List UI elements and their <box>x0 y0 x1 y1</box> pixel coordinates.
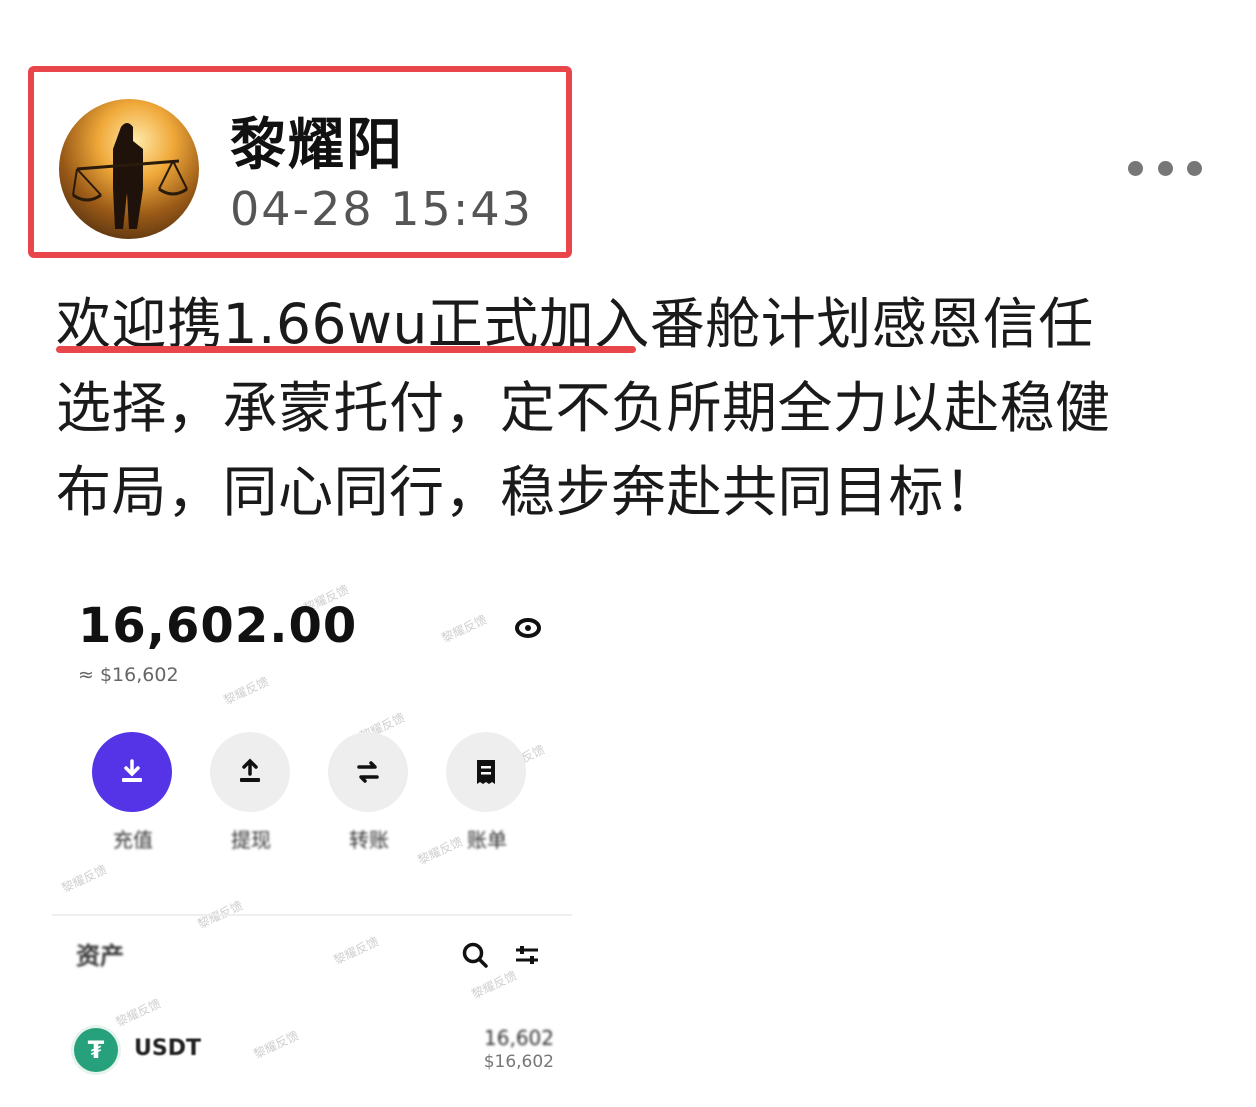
transfer-button[interactable]: 转账 <box>328 732 410 853</box>
author-name[interactable]: 黎耀阳 <box>230 100 404 181</box>
bill-label: 账单 <box>467 828 507 852</box>
balance-usd: ≈ $16,602 <box>78 664 179 686</box>
asset-amount: 16,602 <box>484 1026 554 1050</box>
divider <box>52 914 572 916</box>
usdt-logo-icon: ₮ <box>74 1028 118 1072</box>
withdraw-icon <box>240 758 260 782</box>
more-dot <box>1157 160 1173 176</box>
search-icon[interactable] <box>460 940 490 970</box>
action-bar: 充值 提现 转账 账单 <box>92 732 532 872</box>
post-time: 04-28 15:43 <box>230 182 533 236</box>
withdraw-button[interactable]: 提现 <box>210 732 292 853</box>
post-header-highlight: 黎耀阳 04-28 15:43 <box>28 66 572 258</box>
watermark: 黎耀反馈 <box>439 612 489 646</box>
wallet-screenshot-image[interactable]: 黎耀反馈 黎耀反馈 黎耀反馈 黎耀反馈 黎耀反馈 黎耀反馈 黎耀反馈 黎耀反馈 … <box>52 580 572 1080</box>
transfer-icon <box>357 761 379 783</box>
balance-amount: 16,602.00 <box>78 598 358 654</box>
more-dot <box>1187 160 1202 176</box>
filter-icon[interactable] <box>512 940 542 970</box>
bill-icon <box>477 760 495 784</box>
watermark: 黎耀反馈 <box>113 996 163 1030</box>
bill-button[interactable]: 账单 <box>446 732 528 853</box>
more-dot <box>1128 160 1143 176</box>
asset-name: USDT <box>134 1036 201 1061</box>
deposit-button[interactable]: 充值 <box>92 732 174 853</box>
asset-usd-value: $16,602 <box>483 1052 554 1072</box>
avatar[interactable] <box>59 99 199 239</box>
watermark: 黎耀反馈 <box>469 968 519 1002</box>
deposit-label: 充值 <box>113 828 153 852</box>
post-text: 欢迎携1.66wu正式加入番舱计划感恩信任选择，承蒙托付，定不负所期全力以赴稳健… <box>56 292 1111 524</box>
assets-title: 资产 <box>76 942 124 970</box>
more-options-icon[interactable] <box>1128 156 1202 180</box>
watermark: 黎耀反馈 <box>221 674 271 708</box>
eye-icon[interactable] <box>514 616 542 640</box>
withdraw-label: 提现 <box>231 828 271 852</box>
transfer-label: 转账 <box>349 828 389 852</box>
red-underline-annotation <box>56 346 636 353</box>
watermark: 黎耀反馈 <box>331 934 381 968</box>
deposit-icon <box>122 759 142 782</box>
asset-row-usdt[interactable]: ₮ USDT 16,602 $16,602 <box>74 1026 554 1080</box>
